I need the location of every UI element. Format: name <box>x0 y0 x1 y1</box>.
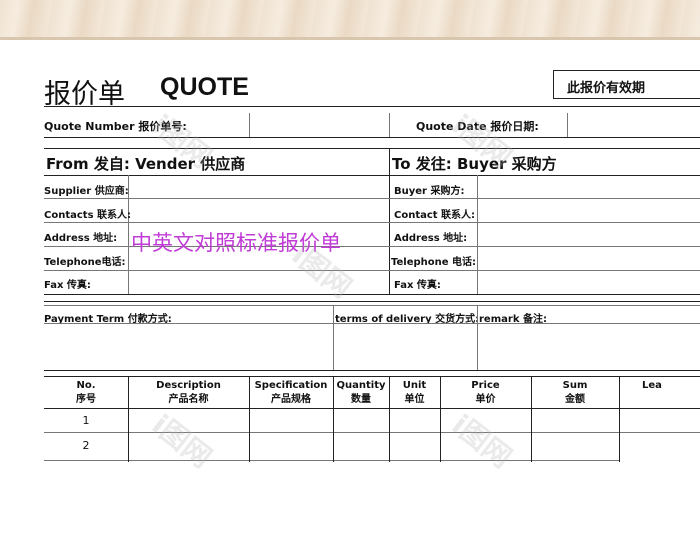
title-en: QUOTE <box>160 73 249 101</box>
to-field-buyer: Buyer 采购方: <box>394 186 465 197</box>
watermark: i图网 <box>445 407 518 475</box>
divider <box>44 106 700 107</box>
quote-sheet: 报价单 QUOTE 此报价有效期 Quote Number 报价单号: Quot… <box>0 40 700 536</box>
column-header-quantity: Quantity 数量 <box>336 380 386 405</box>
column-header-description: Description 产品名称 <box>156 380 221 405</box>
from-to-divider <box>389 148 390 294</box>
column-header-sum: Sum 金额 <box>562 380 588 405</box>
to-field-address: Address 地址: <box>394 233 468 244</box>
from-field-fax: Fax 传真: <box>44 280 91 291</box>
wood-background <box>0 0 700 40</box>
column-header-no: No. 序号 <box>76 380 96 405</box>
from-field-address: Address 地址: <box>44 233 118 244</box>
from-field-telephone: Telephone电话: <box>44 257 126 268</box>
quote-date-label: Quote Date 报价日期: <box>416 120 539 133</box>
quote-number-label: Quote Number 报价单号: <box>44 120 187 133</box>
table-row-number: 1 <box>82 414 90 427</box>
to-title: To 发往: Buyer 采购方 <box>392 155 557 173</box>
column-header-specification: Specification 产品规格 <box>254 380 328 405</box>
to-field-contact: Contact 联系人: <box>394 210 476 221</box>
from-title: From 发自: Vender 供应商 <box>46 155 246 173</box>
validity-label: 此报价有效期 <box>567 81 646 96</box>
from-field-contacts: Contacts 联系人: <box>44 210 131 221</box>
table-row-number: 2 <box>82 439 90 452</box>
column-header-price: Price 单价 <box>471 380 500 405</box>
overlay-title: 中英文对照标准报价单 <box>131 231 341 255</box>
from-field-supplier: Supplier 供应商: <box>44 186 129 197</box>
to-field-fax: Fax 传真: <box>394 280 441 291</box>
validity-box: 此报价有效期 <box>553 70 700 99</box>
column-header-lead: Lea <box>642 380 662 391</box>
column-header-unit: Unit 单位 <box>402 380 427 405</box>
watermark: i图网 <box>145 407 218 475</box>
to-field-telephone: Telephone 电话: <box>391 257 477 268</box>
